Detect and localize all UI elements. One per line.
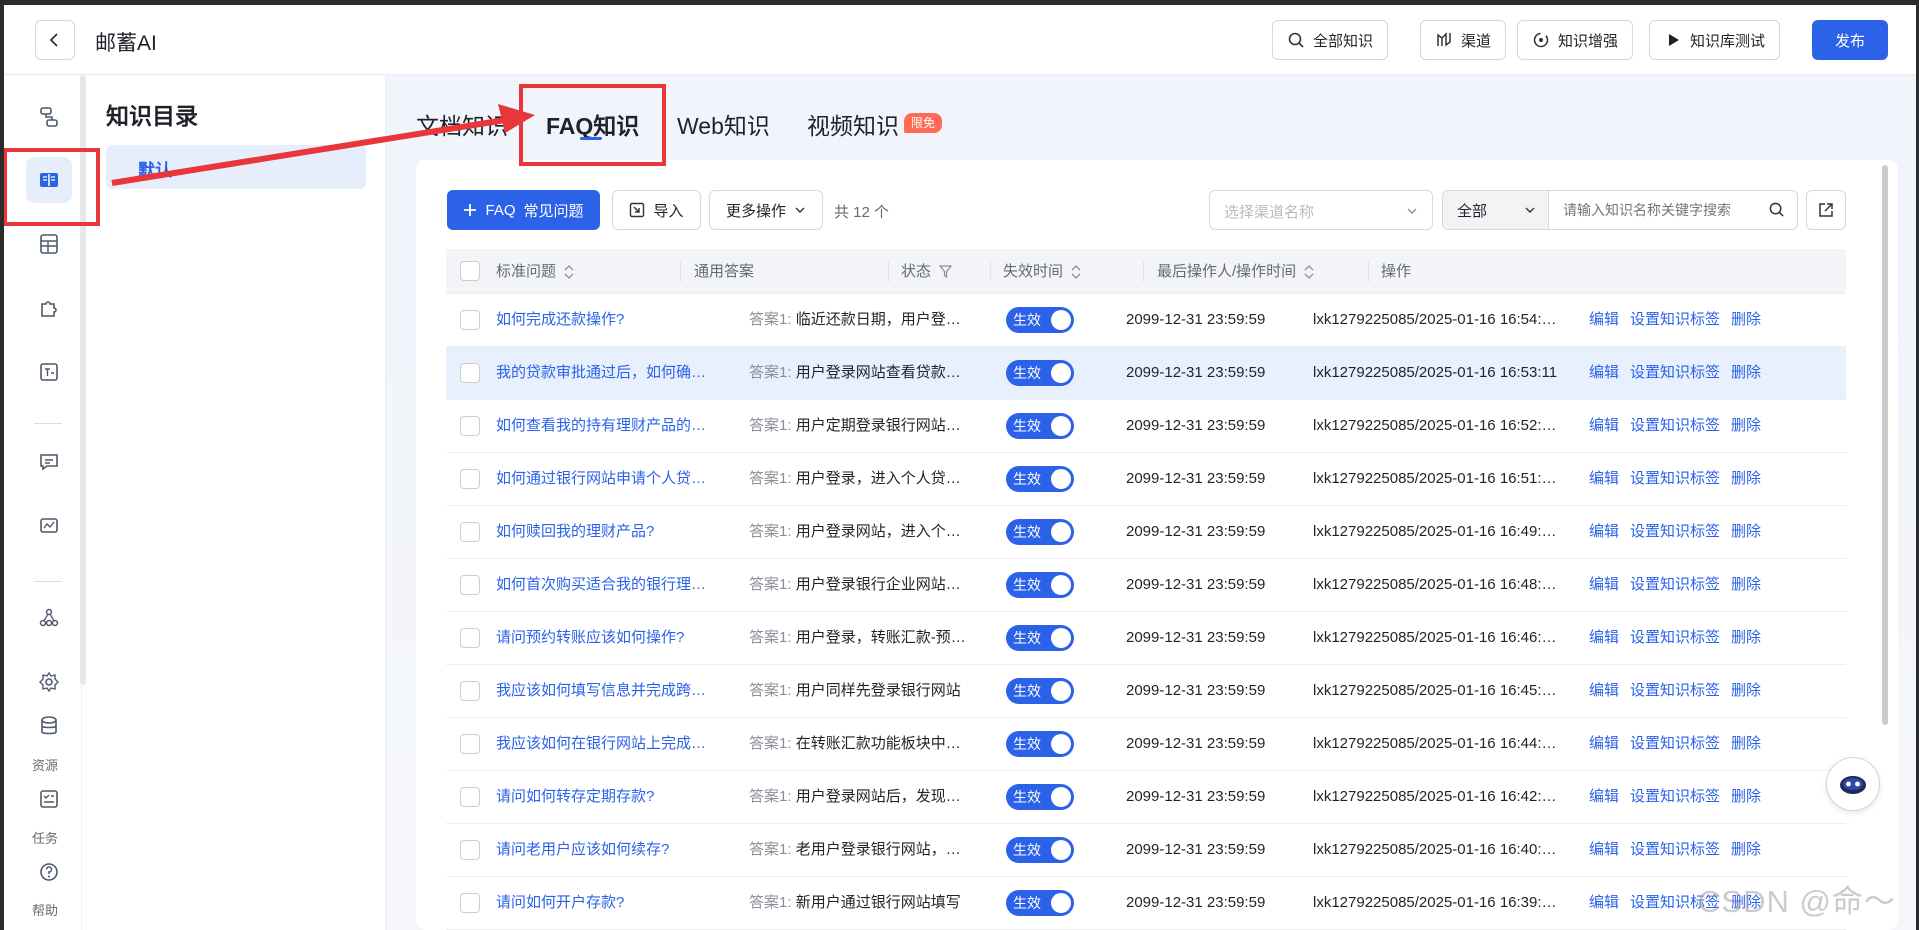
- annotation-arrow: [111, 104, 535, 186]
